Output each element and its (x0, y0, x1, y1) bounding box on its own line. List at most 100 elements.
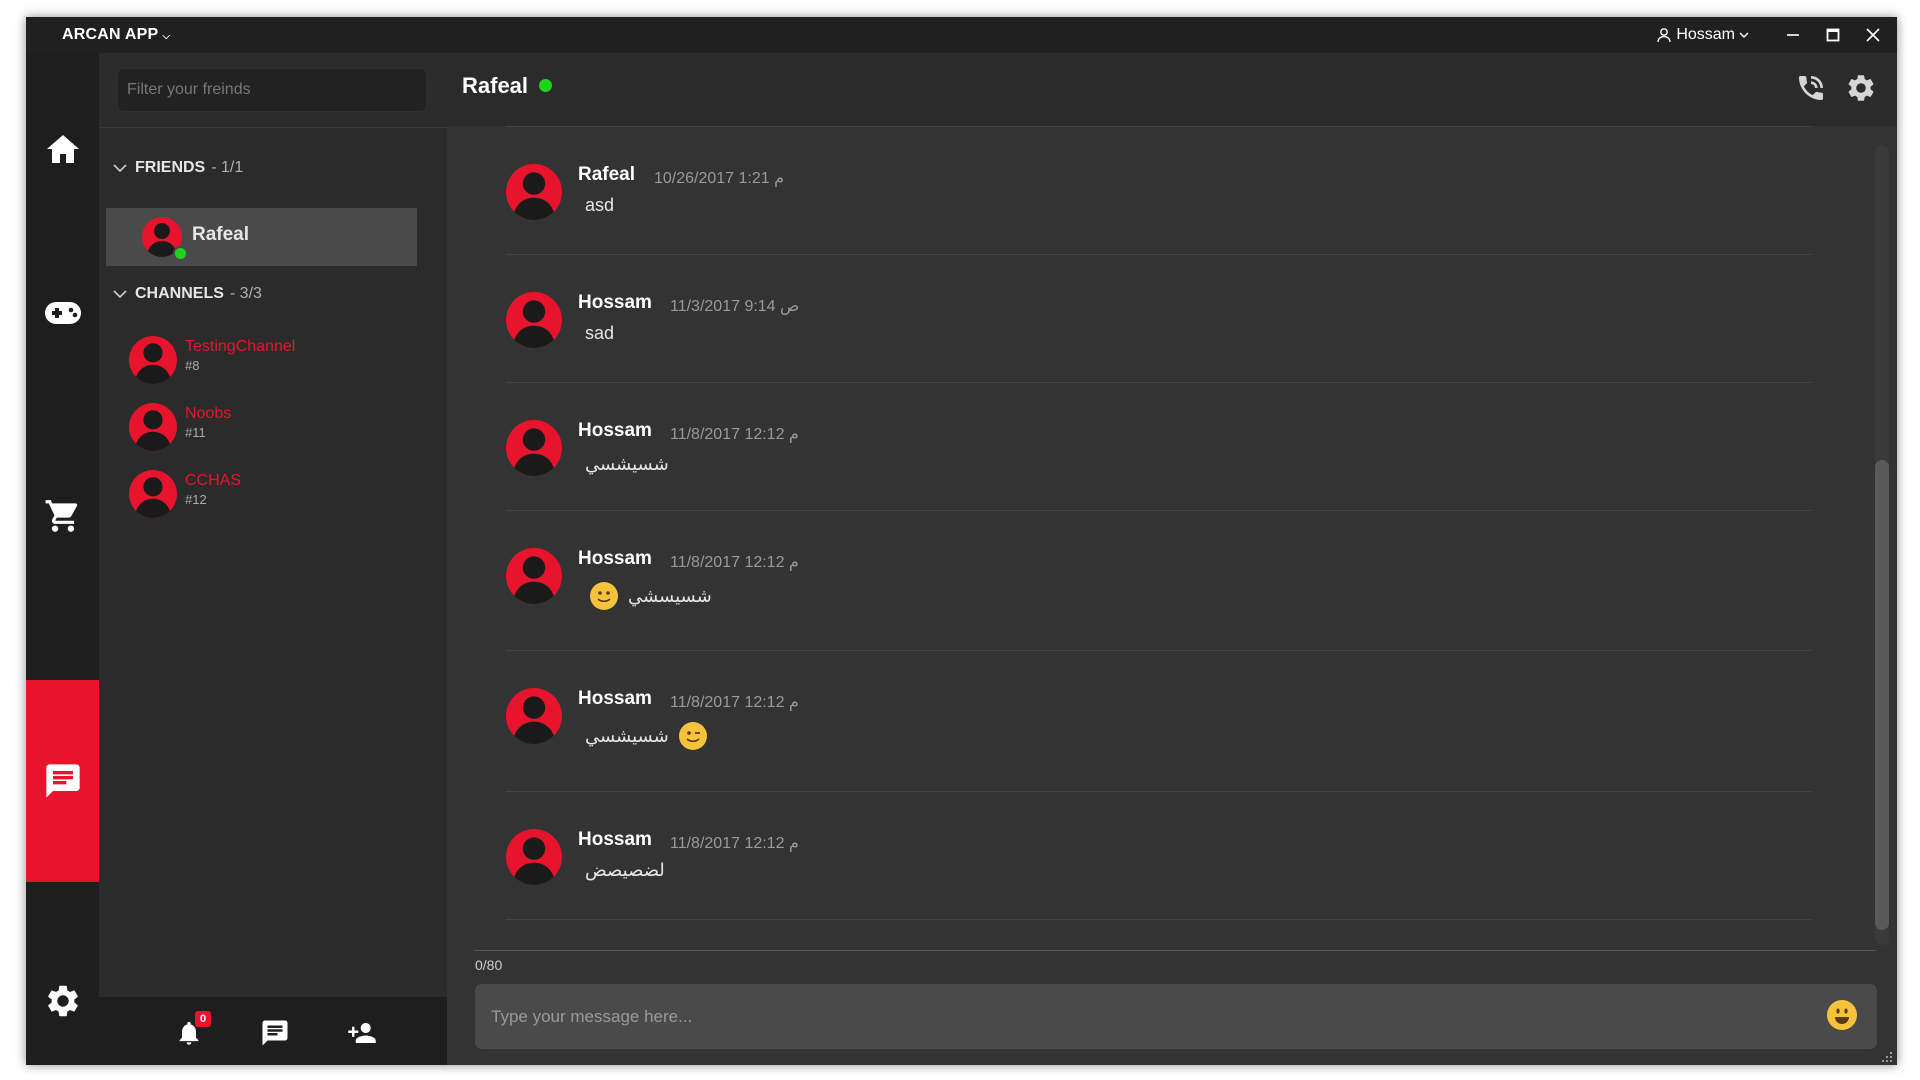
smile-emoji-icon (1835, 1008, 1849, 1024)
message-body: sad (585, 323, 614, 344)
message-time: 11/8/2017 12:12 م (670, 694, 799, 711)
channels-section-count: - 3/3 (229, 285, 262, 302)
notifications-button[interactable]: 0 (171, 1011, 211, 1051)
friend-name: Rafeal (192, 224, 250, 245)
divider (474, 950, 1876, 951)
app-menu[interactable]: ARCAN APP ⌵ (62, 26, 170, 44)
left-navigation (26, 53, 99, 1065)
message-body: شسيسشي (590, 582, 712, 610)
message-time: 11/8/2017 12:12 م (670, 554, 799, 571)
message-text: شسيشسي (585, 454, 669, 474)
cart-icon (45, 500, 77, 532)
avatar (506, 548, 562, 604)
nav-store[interactable] (26, 456, 99, 576)
filter-friends-input[interactable] (117, 68, 427, 112)
channel-name: Noobs (185, 405, 232, 422)
avatar (506, 688, 562, 744)
minimize-icon (1787, 34, 1799, 36)
avatar (129, 336, 177, 384)
add-user-icon (348, 1023, 376, 1043)
online-status-dot (539, 79, 552, 92)
friends-section-header[interactable]: FRIENDS - 1/1 (113, 159, 243, 177)
chevron-down-icon (113, 290, 127, 299)
message-body: asd (585, 195, 614, 216)
online-status-dot (173, 246, 188, 261)
chat-header: Rafeal (447, 53, 1897, 126)
message-body: شسيشسي (585, 454, 669, 475)
message-icon (262, 1020, 288, 1046)
minimize-button[interactable] (1773, 17, 1813, 53)
avatar (129, 403, 177, 451)
scrollbar[interactable] (1875, 145, 1889, 945)
message: Rafeal 10/26/2017 1:21 م asd (506, 126, 1812, 255)
friend-item[interactable]: Rafeal (106, 208, 417, 266)
channel-item[interactable]: CCHAS #12 (129, 466, 409, 522)
call-button[interactable] (1791, 68, 1831, 108)
avatar (506, 164, 562, 220)
message-author: Hossam (578, 829, 652, 850)
message: Hossam 11/8/2017 12:12 م شسيشسي (506, 382, 1812, 511)
user-menu[interactable]: Hossam (1656, 26, 1749, 44)
scrollbar-thumb[interactable] (1875, 460, 1889, 930)
message-body: لضصيصض (585, 860, 665, 881)
sidebar-bottom-bar: 0 (99, 997, 447, 1065)
avatar (506, 292, 562, 348)
avatar (506, 420, 562, 476)
message-input[interactable] (475, 984, 1877, 1049)
message-author: Rafeal (578, 164, 636, 185)
message: Hossam 11/8/2017 12:12 م شسيشسي (506, 650, 1812, 792)
message-body: شسيشسي (585, 722, 707, 750)
maximize-icon (1826, 28, 1840, 42)
message: Hossam 11/3/2017 9:14 ص sad (506, 254, 1812, 383)
message: Hossam 11/8/2017 12:12 م لضصيصض (506, 791, 1812, 920)
message-author: Hossam (578, 688, 652, 709)
message: Hossam 11/8/2017 12:12 م شسيسشي (506, 510, 1812, 651)
close-button[interactable] (1853, 17, 1893, 53)
nav-home[interactable] (26, 89, 99, 209)
wink-emoji-icon (678, 722, 707, 750)
chevron-down-icon (113, 164, 127, 173)
message-author: Hossam (578, 292, 652, 313)
notification-badge: 0 (195, 1011, 211, 1027)
close-icon (1866, 28, 1880, 42)
app-window: ARCAN APP ⌵ Hossam Filter your freinds F… (26, 17, 1897, 1065)
avatar (506, 829, 562, 885)
channels-section-header[interactable]: CHANNELS - 3/3 (113, 285, 262, 303)
divider (99, 127, 447, 128)
channel-item[interactable]: TestingChannel #8 (129, 332, 409, 388)
chevron-down-icon (1739, 32, 1749, 38)
messages-button[interactable] (257, 1015, 293, 1051)
channel-item[interactable]: Noobs #11 (129, 399, 409, 455)
phone-icon (1799, 76, 1823, 100)
message-text: asd (585, 195, 615, 215)
channel-name: CCHAS (185, 472, 242, 489)
message-list: Rafeal 10/26/2017 1:21 م asd Hossam 11/3… (447, 126, 1877, 946)
channel-id: #12 (185, 492, 207, 507)
app-title: ARCAN APP (62, 26, 159, 43)
message-text: شسيشسي (585, 725, 669, 746)
friends-section-count: - 1/1 (211, 159, 244, 176)
message-text: لضصيصض (585, 860, 665, 880)
nav-chat[interactable] (26, 680, 99, 882)
nav-games[interactable] (26, 253, 99, 373)
nav-settings[interactable] (26, 941, 99, 1061)
maximize-button[interactable] (1813, 17, 1853, 53)
emoji-picker-button[interactable] (1827, 1000, 1857, 1030)
add-friend-button[interactable] (344, 1015, 380, 1051)
message-text: sad (585, 323, 615, 343)
chevron-down-icon: ⌵ (162, 31, 171, 42)
channels-section-title: CHANNELS (135, 285, 224, 302)
channel-name: TestingChannel (185, 338, 296, 355)
message-text: شسيسشي (628, 585, 712, 606)
user-icon (1657, 28, 1672, 43)
character-count: 0/80 (475, 957, 503, 973)
chat-icon (45, 764, 80, 798)
message-time: 10/26/2017 1:21 م (654, 170, 785, 187)
message-time: 11/8/2017 12:12 م (670, 835, 799, 852)
resize-grip-icon[interactable] (1880, 1051, 1894, 1063)
gear-icon (47, 985, 78, 1017)
message-time: 11/8/2017 12:12 م (670, 426, 799, 443)
chat-settings-button[interactable] (1841, 68, 1881, 108)
message-author: Hossam (578, 548, 652, 569)
channel-id: #8 (185, 358, 200, 373)
